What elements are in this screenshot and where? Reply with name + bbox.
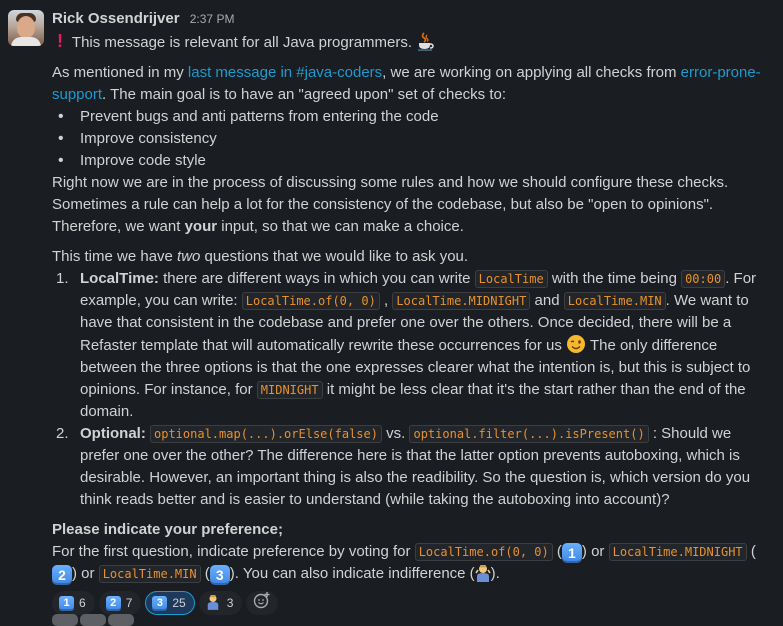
winking-face-icon <box>566 334 586 354</box>
paragraph-intro: As mentioned in my last message in #java… <box>52 64 761 103</box>
add-reaction-button[interactable] <box>246 591 279 616</box>
list-item: Prevent bugs and anti patterns from ente… <box>58 106 763 128</box>
shrug-icon <box>475 564 491 582</box>
preference-heading: Please indicate your preference; <box>52 521 283 538</box>
intro-line: ! This message is relevant for all Java … <box>52 30 763 54</box>
reaction-keycap-3[interactable]: 3 25 <box>145 591 195 615</box>
reaction-count: 7 <box>125 596 133 610</box>
reactions-bar: 1 6 2 7 3 25 3 <box>52 591 763 615</box>
preference-instructions: For the first question, indicate prefere… <box>52 543 756 585</box>
reaction-count: 25 <box>172 596 186 610</box>
reaction-count: 6 <box>79 596 86 610</box>
message-header: Rick Ossendrijver 2:37 PM <box>52 8 763 30</box>
keycap-1-icon: 1 <box>561 543 582 563</box>
exclamation-icon: ! <box>57 31 63 51</box>
question-optional: 2. Optional: optional.map(...).orElse(fa… <box>56 425 751 508</box>
keycap-1-icon: 1 <box>59 595 74 611</box>
add-reaction-icon <box>253 591 271 616</box>
paragraph-status: Right now we are in the process of discu… <box>52 174 729 235</box>
goals-list: Prevent bugs and anti patterns from ente… <box>52 106 763 172</box>
list-item: Improve code style <box>58 150 763 172</box>
timestamp[interactable]: 2:37 PM <box>190 12 235 26</box>
reaction-keycap-2[interactable]: 2 7 <box>98 591 142 615</box>
java-icon <box>416 31 434 51</box>
questions-list: 1. LocalTime: there are different ways i… <box>52 268 763 511</box>
list-item: Improve consistency <box>58 128 763 150</box>
last-message-link[interactable]: last message in #java-coders <box>188 64 382 81</box>
shrug-icon <box>206 594 222 612</box>
reaction-keycap-1[interactable]: 1 6 <box>52 591 95 615</box>
reply-avatars[interactable] <box>52 614 134 626</box>
question-localtime: 1. LocalTime: there are different ways i… <box>56 270 757 420</box>
avatar[interactable] <box>8 10 44 46</box>
keycap-3-icon: 3 <box>209 565 230 585</box>
keycap-3-icon: 3 <box>152 595 168 611</box>
keycap-2-icon: 2 <box>105 595 121 611</box>
paragraph-questions: This time we have two questions that we … <box>52 248 469 265</box>
author-name[interactable]: Rick Ossendrijver <box>52 10 180 27</box>
reaction-shrug[interactable]: 3 <box>198 591 243 615</box>
message: Rick Ossendrijver 2:37 PM ! This message… <box>0 0 783 615</box>
reaction-count: 3 <box>226 596 234 610</box>
keycap-2-icon: 2 <box>52 565 72 585</box>
